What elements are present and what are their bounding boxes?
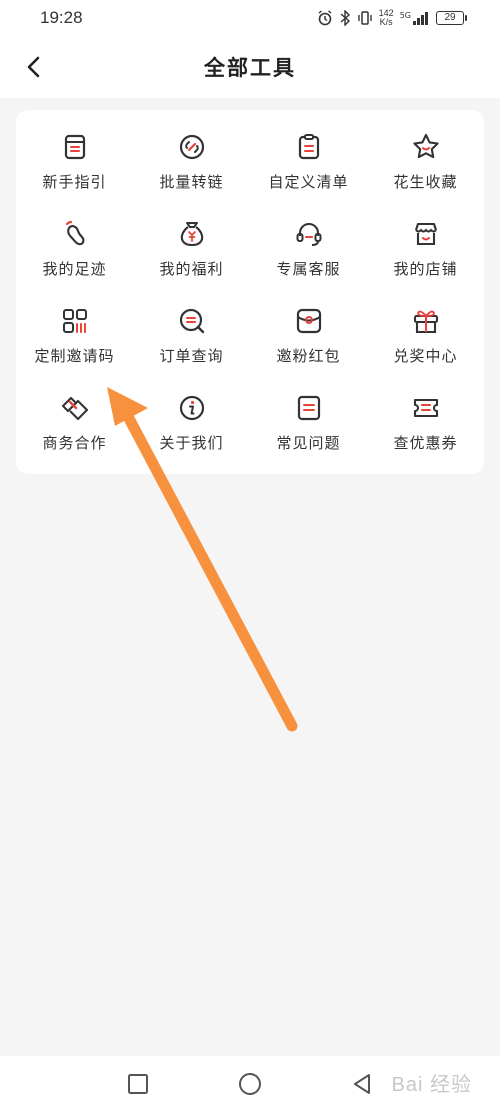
tool-label: 批量转链 (159, 172, 224, 191)
tool-label: 邀粉红包 (276, 346, 341, 365)
tool-item-batch-link[interactable]: 批量转链 (133, 118, 250, 205)
tool-item-shop[interactable]: 我的店铺 (367, 205, 484, 292)
headset-icon (294, 219, 324, 249)
network-speed-unit: K/s (379, 17, 393, 27)
tool-label: 专属客服 (276, 259, 341, 278)
signal-bars-icon (413, 12, 428, 25)
faq-icon (294, 393, 324, 423)
custom-list-icon (294, 132, 324, 162)
tool-label: 订单查询 (159, 346, 224, 365)
circle-icon (239, 1072, 261, 1095)
qr-code-icon (60, 306, 90, 336)
tool-item-custom-list[interactable]: 自定义清单 (250, 118, 367, 205)
link-convert-icon (177, 132, 207, 162)
tool-item-order-search[interactable]: 订单查询 (133, 292, 250, 379)
coupon-icon (411, 393, 441, 423)
tool-item-welfare[interactable]: 我的福利 (133, 205, 250, 292)
home-button[interactable] (237, 1071, 263, 1097)
tool-item-faq[interactable]: 常见问题 (250, 379, 367, 466)
square-icon (128, 1073, 148, 1094)
tool-label: 查优惠券 (393, 433, 458, 452)
tool-item-favorites[interactable]: 花生收藏 (367, 118, 484, 205)
tool-label: 关于我们 (159, 433, 224, 452)
back-button[interactable] (18, 51, 50, 83)
red-packet-icon (294, 306, 324, 336)
tool-item-invite-code[interactable]: 定制邀请码 (16, 292, 133, 379)
status-bar: 19:28 142 K/s 5G 29 (0, 0, 500, 36)
battery-indicator: 29 (436, 11, 467, 25)
watermark: Bai 经验 (391, 1074, 472, 1096)
shop-icon (411, 219, 441, 249)
guide-book-icon (60, 132, 90, 162)
network-speed: 142 K/s (379, 9, 394, 27)
recent-apps-button[interactable] (125, 1071, 151, 1097)
tool-label: 新手指引 (42, 172, 107, 191)
money-bag-icon (177, 219, 207, 249)
tools-grid: 新手指引 批量转链 自定义清单 花生收藏 我的足迹 我的福利 专属客服 我的店铺… (16, 110, 484, 474)
tool-label: 自定义清单 (268, 172, 349, 191)
footprint-icon (60, 219, 90, 249)
handshake-icon (60, 393, 90, 423)
gift-icon (411, 306, 441, 336)
order-search-icon (177, 306, 207, 336)
tool-label: 商务合作 (42, 433, 107, 452)
signal-indicator: 5G (400, 11, 430, 25)
info-icon (177, 393, 207, 423)
signal-label: 5G (399, 11, 411, 20)
tool-item-footprint[interactable]: 我的足迹 (16, 205, 133, 292)
vibrate-icon (357, 11, 372, 25)
status-icons: 142 K/s 5G 29 (317, 9, 467, 27)
tool-label: 兑奖中心 (393, 346, 458, 365)
tool-item-prize-center[interactable]: 兑奖中心 (367, 292, 484, 379)
tool-label: 我的福利 (159, 259, 224, 278)
page-header: 全部工具 (0, 36, 500, 98)
tool-label: 花生收藏 (393, 172, 458, 191)
alarm-icon (318, 10, 332, 26)
tool-item-customer-service[interactable]: 专属客服 (250, 205, 367, 292)
tool-item-coupon[interactable]: 查优惠券 (367, 379, 484, 466)
status-time: 19:28 (40, 8, 83, 27)
tool-label: 定制邀请码 (34, 346, 115, 365)
tool-item-red-packet[interactable]: 邀粉红包 (250, 292, 367, 379)
tool-item-guide[interactable]: 新手指引 (16, 118, 133, 205)
page-title: 全部工具 (204, 55, 296, 80)
tool-item-about-us[interactable]: 关于我们 (133, 379, 250, 466)
tool-item-business[interactable]: 商务合作 (16, 379, 133, 466)
star-icon (411, 132, 441, 162)
triangle-back-icon (354, 1073, 370, 1094)
system-back-button[interactable] (349, 1071, 375, 1097)
tool-label: 我的店铺 (393, 259, 458, 278)
chevron-left-icon (27, 56, 40, 78)
bluetooth-icon (340, 10, 350, 26)
tool-label: 我的足迹 (42, 259, 107, 278)
tool-label: 常见问题 (276, 433, 341, 452)
